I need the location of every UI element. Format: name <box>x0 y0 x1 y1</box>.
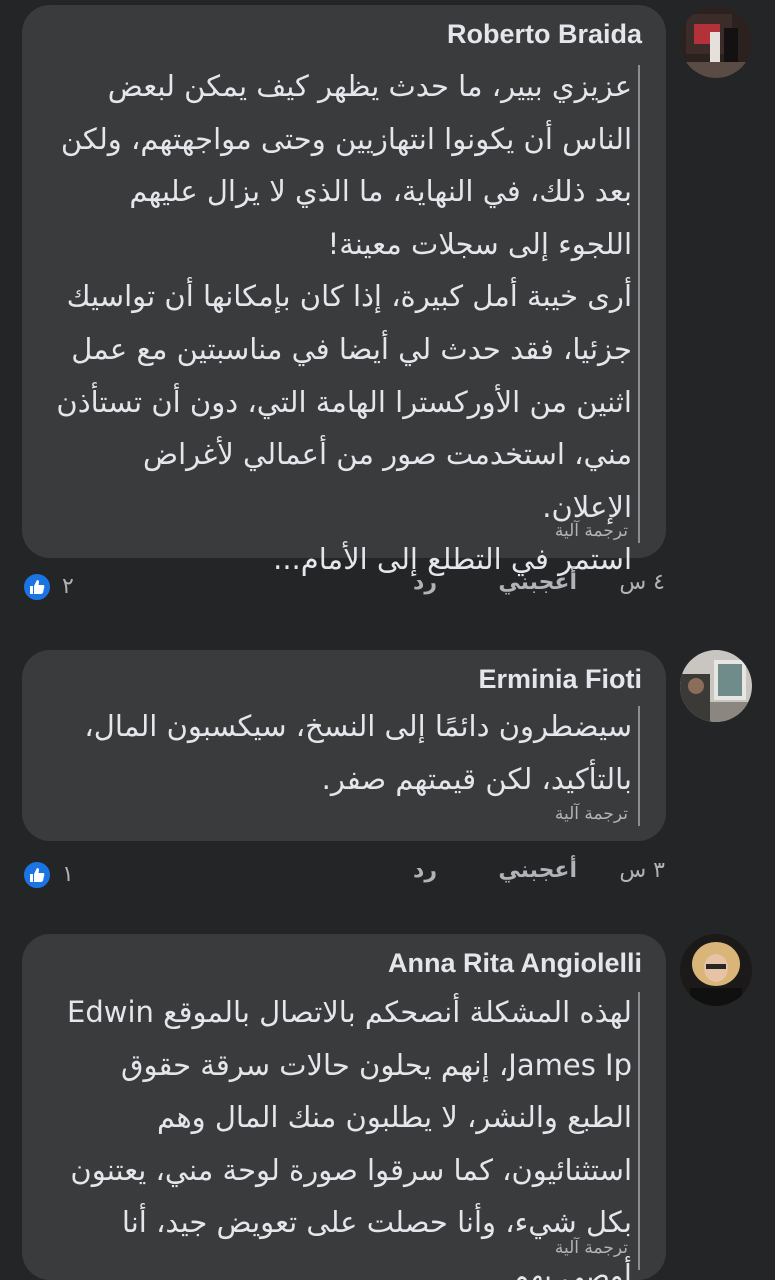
avatar[interactable] <box>680 650 752 722</box>
auto-translation-label[interactable]: ترجمة آلية <box>555 1238 628 1258</box>
comment-bubble: Erminia Fioti سيضطرون دائمًا إلى النسخ، … <box>22 650 666 841</box>
author-name[interactable]: Roberto Braida <box>447 19 642 50</box>
comment-time[interactable]: ٤ س <box>619 570 665 595</box>
reply-button[interactable]: رد <box>413 858 437 883</box>
avatar-image <box>680 6 752 78</box>
translation-quote-bar <box>638 706 640 826</box>
comment-actions: ٤ س أعجبني رد ٢ <box>0 570 775 610</box>
avatar[interactable] <box>680 934 752 1006</box>
auto-translation-label[interactable]: ترجمة آلية <box>555 804 628 824</box>
reaction-count: ٢ <box>62 574 74 599</box>
thumbs-up-icon <box>22 572 52 602</box>
avatar[interactable] <box>680 6 752 78</box>
comment-time[interactable]: ٣ س <box>619 858 665 883</box>
comment-bubble: Anna Rita Angiolelli لهذه المشكلة أنصحكم… <box>22 934 666 1280</box>
auto-translation-label[interactable]: ترجمة آلية <box>555 521 628 541</box>
author-name[interactable]: Anna Rita Angiolelli <box>388 948 642 979</box>
comment-actions: ٣ س أعجبني رد ١ <box>0 858 775 898</box>
translation-quote-bar <box>638 992 640 1270</box>
comment-text: عزيزي بيير، ما حدث يظهر كيف يمكن لبعض ال… <box>56 69 632 577</box>
like-button[interactable]: أعجبني <box>498 858 577 883</box>
avatar-image <box>680 934 752 1006</box>
translation-quote-bar <box>638 65 640 543</box>
reaction-summary[interactable]: ٢ <box>22 572 82 604</box>
reaction-count: ١ <box>62 862 74 887</box>
comment-text: سيضطرون دائمًا إلى النسخ، سيكسبون المال،… <box>84 709 632 796</box>
thumbs-up-icon <box>22 860 52 890</box>
comments-thread: Roberto Braida عزيزي بيير، ما حدث يظهر ك… <box>0 0 775 1280</box>
reply-button[interactable]: رد <box>413 570 437 595</box>
avatar-image <box>680 650 752 722</box>
like-button[interactable]: أعجبني <box>498 570 577 595</box>
reaction-summary[interactable]: ١ <box>22 860 82 892</box>
author-name[interactable]: Erminia Fioti <box>478 664 642 695</box>
comment-text: لهذه المشكلة أنصحكم بالاتصال بالموقع Edw… <box>67 995 632 1280</box>
comment-bubble: Roberto Braida عزيزي بيير، ما حدث يظهر ك… <box>22 5 666 576</box>
